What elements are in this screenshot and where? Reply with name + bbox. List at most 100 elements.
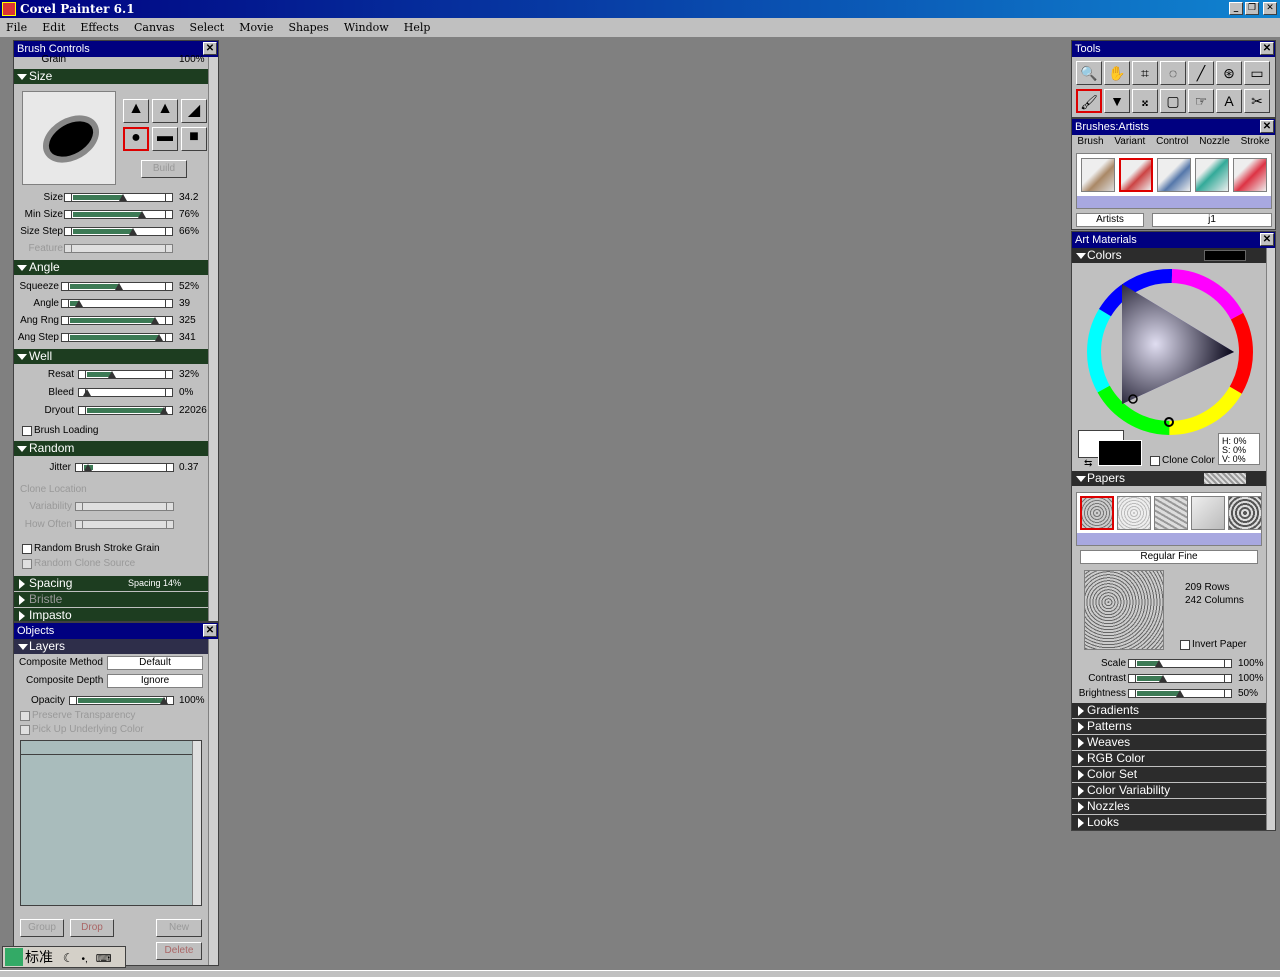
random-section-header[interactable]: Random bbox=[14, 441, 208, 456]
profile-1pixel-icon[interactable]: ■ bbox=[181, 127, 207, 151]
profile-watercolor-icon[interactable]: ▬ bbox=[152, 127, 178, 151]
angle-1-slider[interactable] bbox=[61, 299, 173, 308]
pickup-checkbox[interactable] bbox=[20, 725, 30, 735]
paper-thumb-icon[interactable] bbox=[1154, 496, 1188, 530]
size-2-slider[interactable] bbox=[64, 227, 173, 236]
text-icon[interactable]: A bbox=[1216, 89, 1242, 113]
brush-variant-select[interactable]: j1 bbox=[1152, 213, 1272, 227]
rectangle-icon[interactable]: ▭ bbox=[1244, 61, 1270, 85]
size-0-slider[interactable] bbox=[64, 193, 173, 202]
paper-2-slider[interactable] bbox=[1128, 689, 1232, 698]
size-section-header[interactable]: Size bbox=[14, 69, 208, 84]
section-color-set[interactable]: Color Set bbox=[1072, 767, 1266, 782]
papers-section-header[interactable]: Papers bbox=[1072, 471, 1266, 486]
random-grain-checkbox[interactable] bbox=[22, 544, 32, 554]
paper-thumb-icon[interactable] bbox=[1080, 496, 1114, 530]
scrollbar[interactable] bbox=[208, 639, 218, 965]
crop-icon[interactable]: ⌗ bbox=[1132, 61, 1158, 85]
layer-row[interactable] bbox=[21, 741, 193, 755]
menu-shapes[interactable]: Shapes bbox=[282, 18, 334, 34]
profile-medium-icon[interactable]: ▲ bbox=[152, 99, 178, 123]
random-clone-checkbox[interactable] bbox=[22, 559, 32, 569]
how-often-slider[interactable] bbox=[75, 520, 174, 529]
brush-thumb-icon[interactable] bbox=[1081, 158, 1115, 192]
section-patterns[interactable]: Patterns bbox=[1072, 719, 1266, 734]
profile-pointed-icon[interactable]: ▲ bbox=[123, 99, 149, 123]
profile-dull-icon[interactable]: ● bbox=[123, 127, 149, 151]
art-materials-header[interactable]: Art Materials ✕ bbox=[1072, 232, 1275, 248]
angle-0-slider[interactable] bbox=[61, 282, 173, 291]
minimize-button[interactable]: _ bbox=[1229, 2, 1243, 15]
section-weaves[interactable]: Weaves bbox=[1072, 735, 1266, 750]
opacity-slider[interactable] bbox=[69, 696, 174, 705]
ime-mode[interactable]: 标准 bbox=[25, 949, 53, 965]
impasto-section-header[interactable]: Impasto bbox=[14, 608, 208, 621]
section-color-variability[interactable]: Color Variability bbox=[1072, 783, 1266, 798]
preserve-checkbox[interactable] bbox=[20, 711, 30, 721]
secondary-color-swatch[interactable] bbox=[1098, 440, 1142, 466]
section-rgb-color[interactable]: RGB Color bbox=[1072, 751, 1266, 766]
build-button[interactable]: Build bbox=[141, 160, 187, 178]
paper-thumb-icon[interactable] bbox=[1191, 496, 1225, 530]
layers-section-header[interactable]: Layers bbox=[14, 639, 208, 654]
spacing-section-header[interactable]: Spacing Spacing 14% bbox=[14, 576, 208, 591]
scrollbar[interactable] bbox=[1266, 248, 1275, 830]
paint-bucket-icon[interactable]: ▼ bbox=[1104, 89, 1130, 113]
tab-nozzle[interactable]: Nozzle bbox=[1199, 135, 1230, 149]
brush-loading-checkbox[interactable] bbox=[22, 426, 32, 436]
angle-2-slider[interactable] bbox=[61, 316, 173, 325]
brush-category-select[interactable]: Artists bbox=[1076, 213, 1144, 227]
brush-thumb-icon[interactable] bbox=[1119, 158, 1153, 192]
close-button[interactable]: ✕ bbox=[1263, 2, 1277, 15]
tools-header[interactable]: Tools ✕ bbox=[1072, 41, 1275, 57]
well-2-slider[interactable] bbox=[78, 406, 173, 415]
brush-icon[interactable]: 🖌 bbox=[1076, 89, 1102, 113]
delete-button[interactable]: Delete bbox=[156, 942, 202, 960]
menu-file[interactable]: File bbox=[0, 18, 33, 34]
section-nozzles[interactable]: Nozzles bbox=[1072, 799, 1266, 814]
tab-control[interactable]: Control bbox=[1156, 135, 1188, 149]
brush-thumb-icon[interactable] bbox=[1157, 158, 1191, 192]
size-3-slider[interactable] bbox=[64, 244, 173, 253]
well-1-slider[interactable] bbox=[78, 388, 173, 397]
variability-slider[interactable] bbox=[75, 502, 174, 511]
pen-icon[interactable]: ╱ bbox=[1188, 61, 1214, 85]
composite-method-select[interactable]: Default bbox=[107, 656, 203, 670]
paper-thumb-icon[interactable] bbox=[1117, 496, 1151, 530]
color-wheel[interactable] bbox=[1084, 268, 1256, 436]
brush-thumb-icon[interactable] bbox=[1195, 158, 1229, 192]
close-icon[interactable]: ✕ bbox=[1260, 42, 1274, 55]
menu-movie[interactable]: Movie bbox=[233, 18, 279, 34]
group-button[interactable]: Group bbox=[20, 919, 64, 937]
menu-window[interactable]: Window bbox=[338, 18, 395, 34]
close-icon[interactable]: ✕ bbox=[1260, 233, 1274, 246]
menu-select[interactable]: Select bbox=[184, 18, 231, 34]
angle-section-header[interactable]: Angle bbox=[14, 260, 208, 275]
pen-tool-icon[interactable]: ⊛ bbox=[1216, 61, 1242, 85]
menu-edit[interactable]: Edit bbox=[36, 18, 71, 34]
new-button[interactable]: New bbox=[156, 919, 202, 937]
jitter-slider[interactable] bbox=[75, 463, 174, 472]
drawer-handle[interactable] bbox=[1077, 533, 1261, 545]
tab-variant[interactable]: Variant bbox=[1114, 135, 1145, 149]
section-gradients[interactable]: Gradients bbox=[1072, 703, 1266, 718]
section-looks[interactable]: Looks bbox=[1072, 815, 1266, 830]
keyboard-icon[interactable]: ⌨ bbox=[96, 953, 112, 965]
layers-list[interactable] bbox=[20, 740, 202, 906]
dropper-icon[interactable]: 𝄪 bbox=[1132, 89, 1158, 113]
well-section-header[interactable]: Well bbox=[14, 349, 208, 364]
magnifier-icon[interactable]: 🔍 bbox=[1076, 61, 1102, 85]
tab-brush[interactable]: Brush bbox=[1077, 135, 1103, 149]
size-1-slider[interactable] bbox=[64, 210, 173, 219]
paper-0-slider[interactable] bbox=[1128, 659, 1232, 668]
lasso-icon[interactable]: ◌ bbox=[1160, 61, 1186, 85]
brushes-header[interactable]: Brushes:Artists ✕ bbox=[1072, 119, 1275, 135]
close-icon[interactable]: ✕ bbox=[1260, 120, 1274, 133]
profile-linear-icon[interactable]: ◢ bbox=[181, 99, 207, 123]
clone-color-checkbox[interactable] bbox=[1150, 456, 1160, 466]
menu-help[interactable]: Help bbox=[398, 18, 437, 34]
composite-depth-select[interactable]: Ignore bbox=[107, 674, 203, 688]
drawer-handle[interactable] bbox=[1077, 196, 1271, 208]
bristle-section-header[interactable]: Bristle bbox=[14, 592, 208, 607]
punct-icon[interactable]: •, bbox=[82, 954, 88, 965]
